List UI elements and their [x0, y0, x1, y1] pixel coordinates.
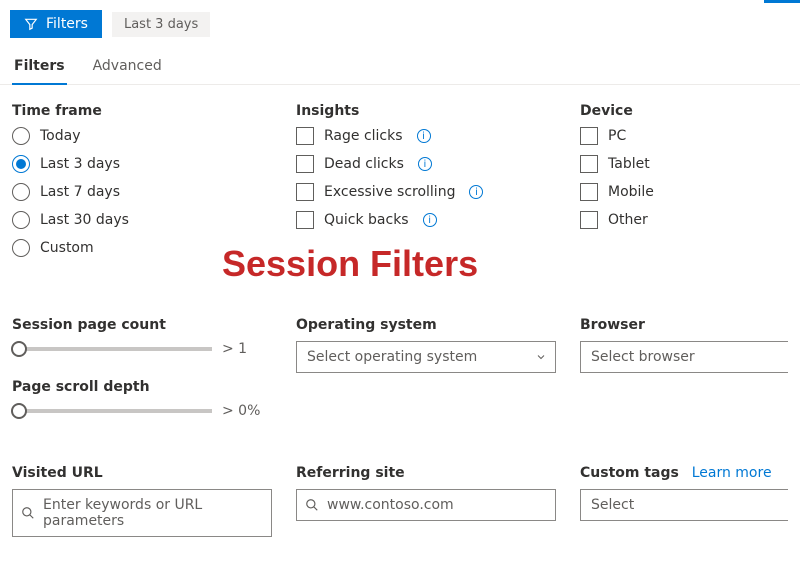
os-select-placeholder: Select operating system [307, 349, 477, 365]
radio-indicator [12, 211, 30, 229]
radio-indicator [12, 127, 30, 145]
referring-site-input[interactable]: www.contoso.com [296, 489, 556, 521]
checkbox-indicator [580, 127, 598, 145]
checkbox-pc[interactable]: PC [580, 127, 788, 145]
slider-thumb[interactable] [11, 341, 27, 357]
checkbox-indicator [580, 183, 598, 201]
session-page-count-title: Session page count [12, 317, 272, 333]
device-title: Device [580, 103, 788, 119]
info-icon[interactable]: i [469, 185, 483, 199]
checkbox-indicator [580, 211, 598, 229]
radio-label: Last 30 days [40, 212, 129, 228]
checkbox-mobile[interactable]: Mobile [580, 183, 788, 201]
filter-icon [24, 17, 38, 31]
session-page-count-slider[interactable] [12, 347, 212, 351]
visited-url-input[interactable]: Enter keywords or URL parameters [12, 489, 272, 537]
radio-indicator [12, 155, 30, 173]
checkbox-label: Excessive scrolling [324, 184, 455, 200]
checkbox-other[interactable]: Other [580, 211, 788, 229]
checkbox-label: Tablet [608, 156, 650, 172]
tab-filters[interactable]: Filters [12, 50, 67, 84]
info-icon[interactable]: i [417, 129, 431, 143]
browser-title: Browser [580, 317, 788, 333]
radio-last-30-days[interactable]: Last 30 days [12, 211, 272, 229]
browser-select-placeholder: Select browser [591, 349, 695, 365]
device-checkbox-group: PC Tablet Mobile Other [580, 127, 788, 229]
checkbox-label: Other [608, 212, 648, 228]
timeframe-chip[interactable]: Last 3 days [112, 12, 210, 37]
visited-url-placeholder: Enter keywords or URL parameters [43, 497, 202, 529]
filters-button[interactable]: Filters [10, 10, 102, 38]
session-page-count-value: > 1 [222, 341, 272, 357]
checkbox-label: Mobile [608, 184, 654, 200]
radio-today[interactable]: Today [12, 127, 272, 145]
checkbox-indicator [296, 155, 314, 173]
radio-label: Today [40, 128, 81, 144]
tabs: Filters Advanced [0, 46, 800, 85]
radio-last-7-days[interactable]: Last 7 days [12, 183, 272, 201]
toolbar: Filters Last 3 days [0, 0, 800, 46]
checkbox-indicator [296, 211, 314, 229]
browser-tab-indicator [764, 0, 800, 3]
checkbox-label: Quick backs [324, 212, 409, 228]
custom-tags-select[interactable]: Select [580, 489, 788, 521]
filters-button-label: Filters [46, 16, 88, 32]
radio-last-3-days[interactable]: Last 3 days [12, 155, 272, 173]
radio-custom[interactable]: Custom [12, 239, 272, 257]
insights-checkbox-group: Rage clicks i Dead clicks i Excessive scro… [296, 127, 556, 229]
search-icon [305, 498, 319, 512]
page-scroll-depth-title: Page scroll depth [12, 379, 272, 395]
visited-url-title: Visited URL [12, 465, 272, 481]
tab-advanced[interactable]: Advanced [91, 50, 164, 84]
custom-tags-title: Custom tags Learn more [580, 465, 788, 481]
custom-tags-placeholder: Select [591, 497, 634, 513]
search-icon [21, 506, 35, 520]
referring-site-title: Referring site [296, 465, 556, 481]
timeframe-radio-group: Today Last 3 days Last 7 days Last 30 da… [12, 127, 272, 257]
os-title: Operating system [296, 317, 556, 333]
checkbox-label: Rage clicks [324, 128, 403, 144]
checkbox-indicator [296, 127, 314, 145]
learn-more-link[interactable]: Learn more [692, 465, 772, 481]
checkbox-label: Dead clicks [324, 156, 404, 172]
radio-label: Custom [40, 240, 94, 256]
chevron-down-icon [535, 351, 547, 363]
checkbox-indicator [296, 183, 314, 201]
os-select[interactable]: Select operating system [296, 341, 556, 373]
checkbox-rage-clicks[interactable]: Rage clicks i [296, 127, 556, 145]
info-icon[interactable]: i [423, 213, 437, 227]
radio-label: Last 7 days [40, 184, 120, 200]
checkbox-indicator [580, 155, 598, 173]
insights-title: Insights [296, 103, 556, 119]
checkbox-quick-backs[interactable]: Quick backs i [296, 211, 556, 229]
checkbox-excessive-scrolling[interactable]: Excessive scrolling i [296, 183, 556, 201]
page-scroll-depth-value: > 0% [222, 403, 272, 419]
checkbox-tablet[interactable]: Tablet [580, 155, 788, 173]
browser-select[interactable]: Select browser [580, 341, 788, 373]
checkbox-label: PC [608, 128, 626, 144]
slider-thumb[interactable] [11, 403, 27, 419]
referring-site-placeholder: www.contoso.com [327, 497, 454, 513]
timeframe-title: Time frame [12, 103, 272, 119]
radio-indicator [12, 239, 30, 257]
filters-panel: Time frame Today Last 3 days Last 7 days… [0, 85, 800, 537]
radio-label: Last 3 days [40, 156, 120, 172]
page-scroll-depth-slider[interactable] [12, 409, 212, 413]
radio-indicator [12, 183, 30, 201]
checkbox-dead-clicks[interactable]: Dead clicks i [296, 155, 556, 173]
info-icon[interactable]: i [418, 157, 432, 171]
custom-tags-title-text: Custom tags [580, 465, 679, 481]
